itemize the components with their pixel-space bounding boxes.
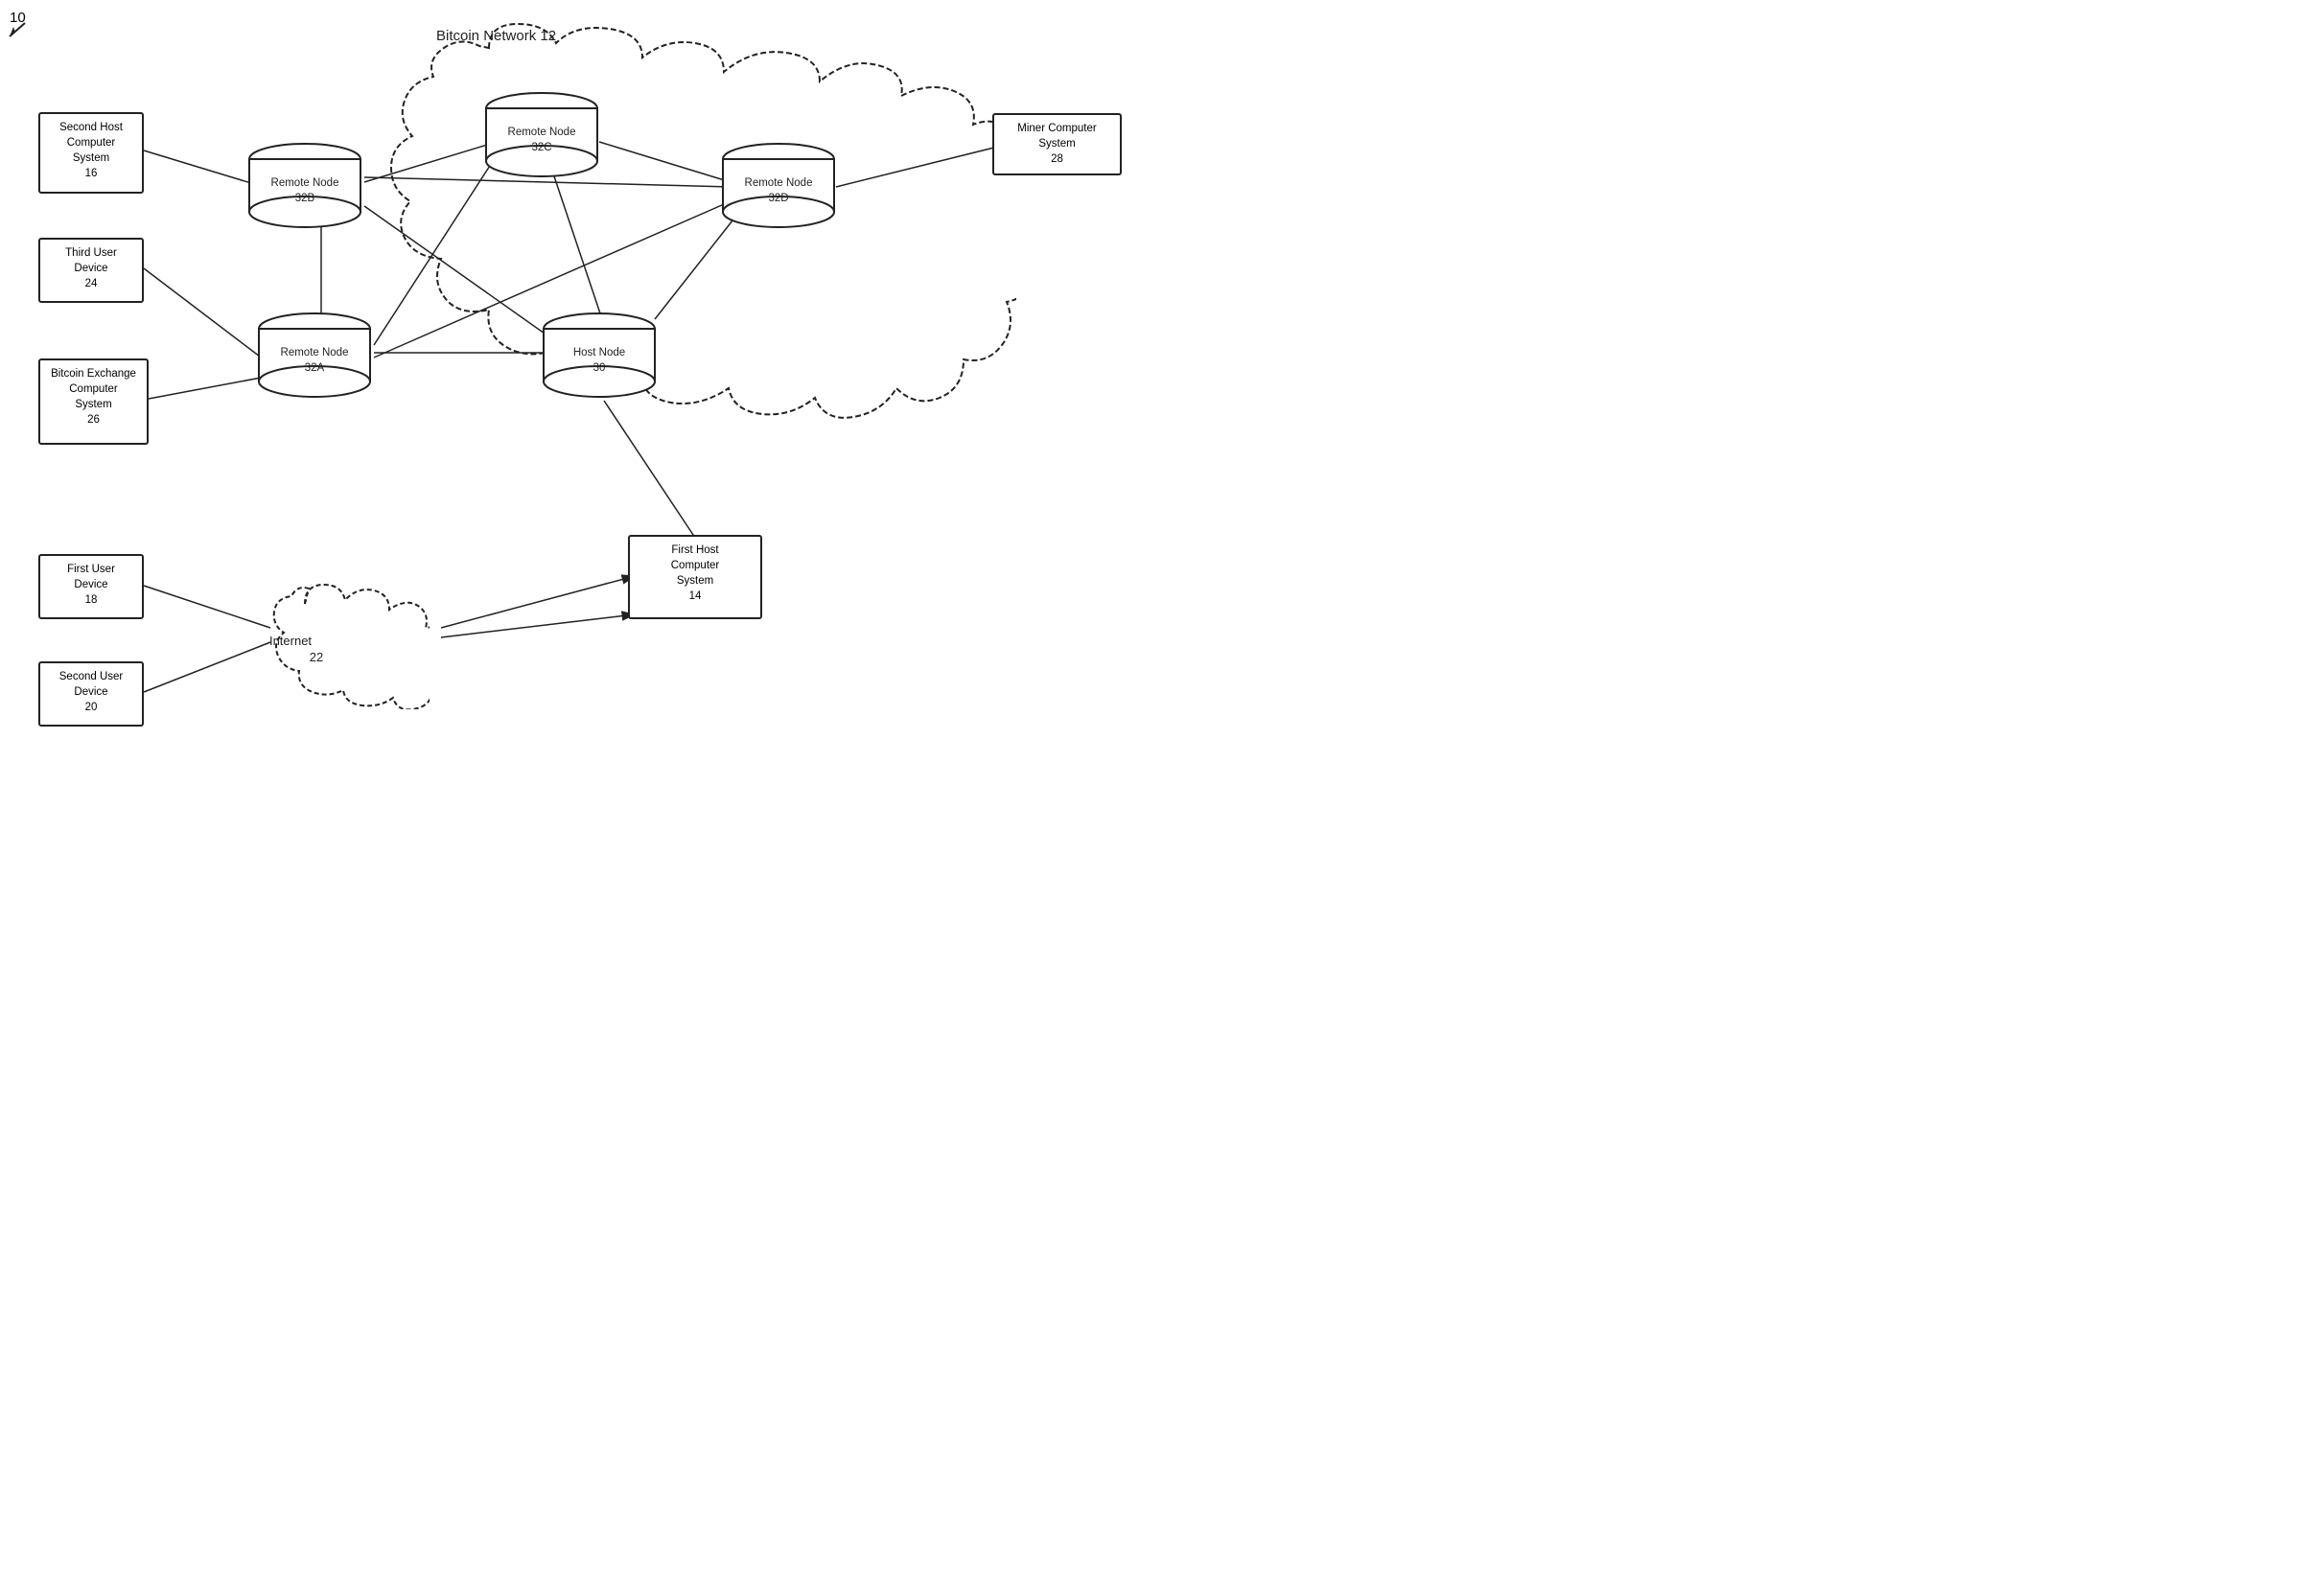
first-user-box: First UserDevice18	[38, 554, 144, 619]
svg-text:32B: 32B	[295, 193, 315, 204]
svg-text:Host Node: Host Node	[573, 347, 625, 358]
bitcoin-exchange-label: Bitcoin ExchangeComputerSystem26	[51, 368, 136, 426]
first-host-label: First HostComputerSystem14	[671, 544, 720, 602]
bitcoin-exchange-box: Bitcoin ExchangeComputerSystem26	[38, 358, 149, 445]
second-host-label: Second HostComputerSystem16	[59, 122, 123, 179]
second-user-label: Second UserDevice20	[59, 671, 123, 713]
third-user-box: Third UserDevice24	[38, 238, 144, 303]
second-host-box: Second HostComputerSystem16	[38, 112, 144, 194]
diagram-container: 10	[0, 0, 1162, 785]
third-user-label: Third UserDevice24	[65, 247, 117, 289]
second-user-box: Second UserDevice20	[38, 661, 144, 727]
miner-box: Miner ComputerSystem28	[992, 113, 1122, 175]
miner-label: Miner ComputerSystem28	[1017, 123, 1096, 165]
remote-node-32a: Remote Node 32A	[257, 312, 372, 403]
svg-text:30: 30	[593, 362, 606, 374]
svg-text:32A: 32A	[305, 362, 325, 374]
svg-text:32C: 32C	[531, 142, 551, 153]
internet-label-line1: Internet	[269, 634, 312, 648]
first-host-box: First HostComputerSystem14	[628, 535, 762, 619]
svg-text:32D: 32D	[768, 193, 788, 204]
internet-label-line2: 22	[310, 650, 323, 664]
svg-text:Remote Node: Remote Node	[271, 177, 339, 189]
figure-arrow-icon	[6, 21, 35, 40]
host-node-30: Host Node 30	[542, 312, 657, 403]
svg-text:Remote Node: Remote Node	[281, 347, 349, 358]
svg-text:Remote Node: Remote Node	[745, 177, 813, 189]
remote-node-32c: Remote Node 32C	[484, 91, 599, 182]
bitcoin-network-label: Bitcoin Network 12	[436, 28, 556, 44]
remote-node-32b: Remote Node 32B	[247, 142, 362, 233]
internet-cloud: Internet 22	[238, 575, 430, 709]
svg-text:Remote Node: Remote Node	[508, 127, 576, 138]
first-user-label: First UserDevice18	[67, 564, 115, 606]
remote-node-32d: Remote Node 32D	[721, 142, 836, 233]
